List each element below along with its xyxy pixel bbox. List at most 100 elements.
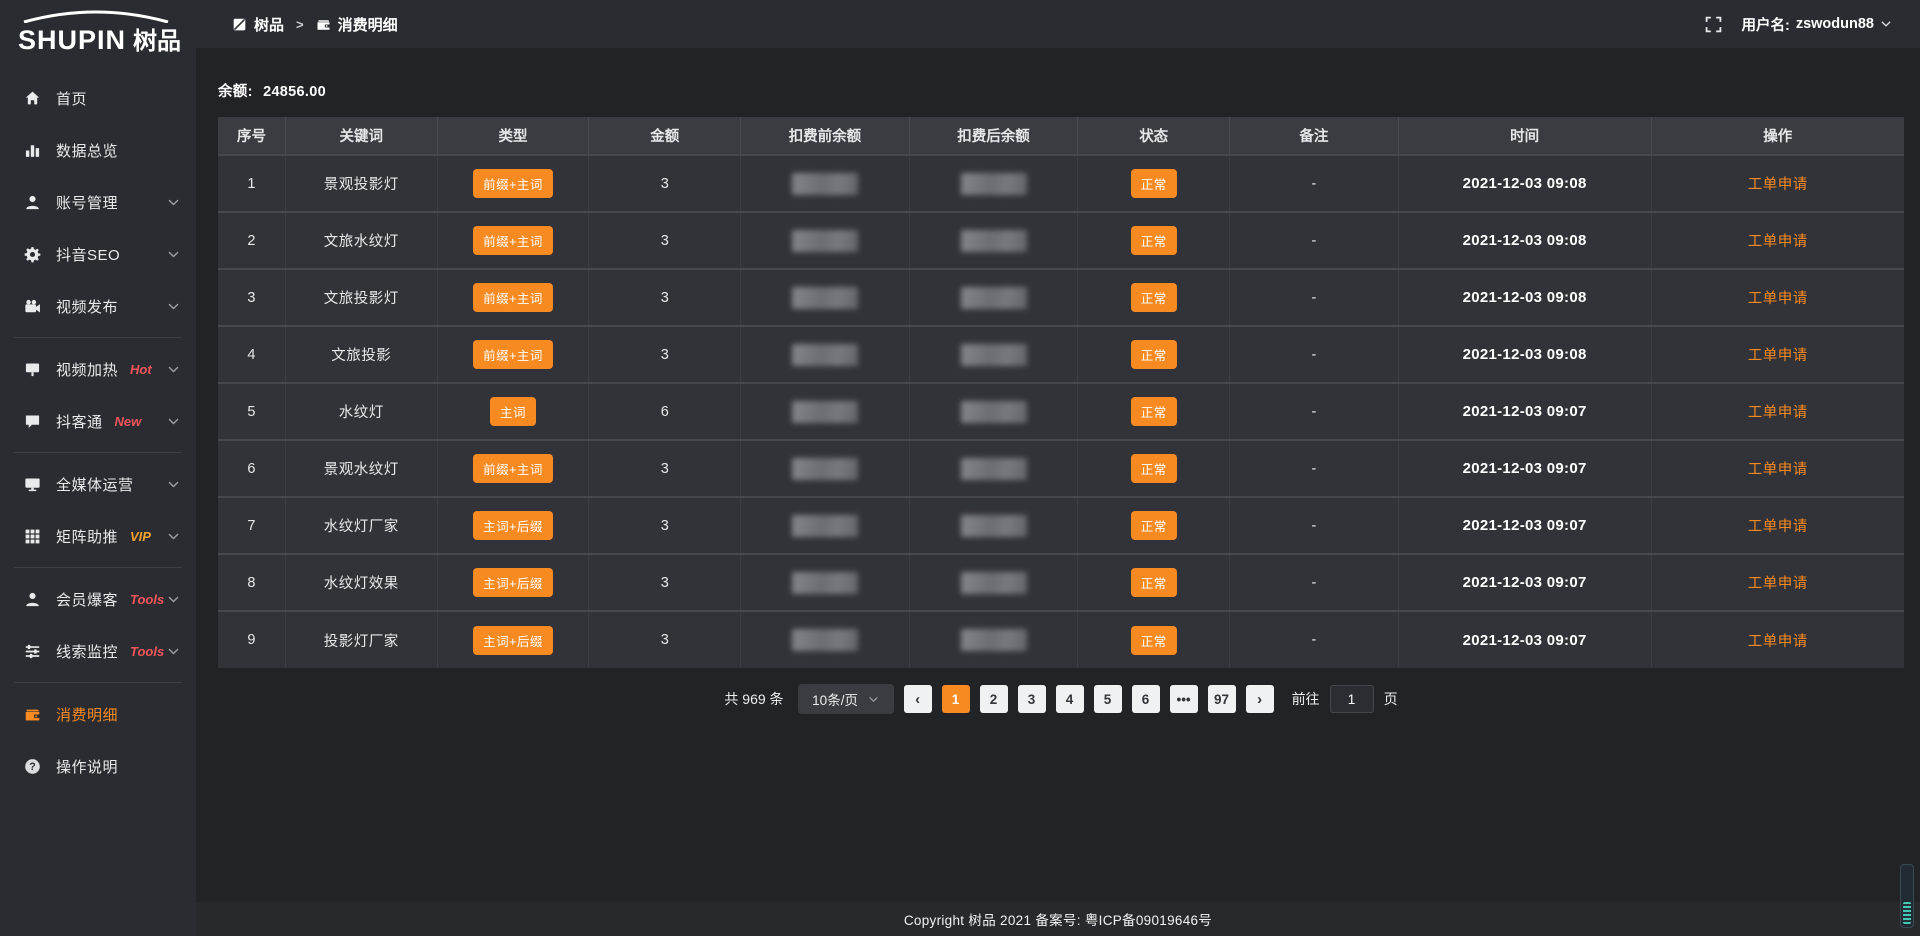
cell-status: 正常 [1078, 497, 1230, 554]
sidebar-item-4[interactable]: 视频发布 [0, 280, 196, 332]
sidebar-item-1[interactable]: 数据总览 [0, 124, 196, 176]
cell-type: 前缀+主词 [437, 155, 589, 212]
cell-index: 8 [218, 554, 285, 611]
grid-icon [24, 528, 41, 545]
breadcrumb-item-root[interactable]: 树品 [232, 14, 284, 35]
prev-page-button[interactable]: ‹ [904, 685, 932, 713]
cell-balance-before [741, 440, 910, 497]
cell-keyword: 文旅投影 [285, 326, 437, 383]
cell-keyword: 文旅投影灯 [285, 269, 437, 326]
cell-keyword: 景观投影灯 [285, 155, 437, 212]
work-order-link[interactable]: 工单申请 [1748, 291, 1808, 307]
work-order-link[interactable]: 工单申请 [1748, 576, 1808, 592]
cell-balance-after [909, 383, 1078, 440]
cell-status: 正常 [1078, 611, 1230, 668]
cell-remark: - [1230, 155, 1399, 212]
cell-status: 正常 [1078, 326, 1230, 383]
user-dropdown[interactable]: 用户名: zswodun88 [1742, 14, 1893, 35]
sidebar-item-15[interactable]: 消费明细 [0, 688, 196, 740]
breadcrumb-separator: > [296, 17, 304, 32]
sidebar-item-2[interactable]: 账号管理 [0, 176, 196, 228]
logo: SHUPIN 树品 [0, 0, 196, 62]
table-row: 8水纹灯效果主词+后缀3正常-2021-12-03 09:07工单申请 [218, 554, 1904, 611]
column-header: 扣费后余额 [909, 117, 1078, 155]
sidebar-item-12[interactable]: 会员爆客Tools [0, 573, 196, 625]
masked-value [961, 515, 1027, 537]
sidebar-item-10[interactable]: 矩阵助推VIP [0, 510, 196, 562]
page-button-1[interactable]: 1 [942, 685, 970, 713]
sidebar-item-label: 首页 [56, 88, 87, 109]
type-badge: 前缀+主词 [473, 226, 553, 255]
page-button-2[interactable]: 2 [980, 685, 1008, 713]
cell-balance-before [741, 326, 910, 383]
cell-remark: - [1230, 269, 1399, 326]
main-column: 树品 > 消费明细 用户名: zswodun88 余额: [196, 0, 1920, 936]
table-row: 6景观水纹灯前缀+主词3正常-2021-12-03 09:07工单申请 [218, 440, 1904, 497]
status-badge: 正常 [1131, 511, 1177, 540]
cell-amount: 3 [589, 440, 741, 497]
cell-time: 2021-12-03 09:07 [1398, 383, 1651, 440]
pagination: 共 969 条10条/页‹123456•••97›前往页 [218, 684, 1904, 714]
cell-index: 1 [218, 155, 285, 212]
cell-action: 工单申请 [1651, 326, 1904, 383]
sidebar-item-label: 账号管理 [56, 192, 118, 213]
chevron-down-icon [167, 363, 180, 376]
sidebar-item-6[interactable]: 视频加热Hot [0, 343, 196, 395]
cell-type: 前缀+主词 [437, 212, 589, 269]
page-ellipsis-button[interactable]: ••• [1170, 685, 1198, 713]
sidebar-item-0[interactable]: 首页 [0, 72, 196, 124]
page-button-3[interactable]: 3 [1018, 685, 1046, 713]
goto-suffix: 页 [1384, 689, 1398, 709]
cell-balance-after [909, 269, 1078, 326]
cell-status: 正常 [1078, 212, 1230, 269]
type-badge: 前缀+主词 [473, 283, 553, 312]
work-order-link[interactable]: 工单申请 [1748, 234, 1808, 250]
sidebar-item-16[interactable]: ?操作说明 [0, 740, 196, 792]
user-icon [24, 591, 41, 608]
page-button-97[interactable]: 97 [1208, 685, 1236, 713]
page-button-6[interactable]: 6 [1132, 685, 1160, 713]
goto-page-input[interactable] [1330, 685, 1374, 713]
breadcrumb-root-label: 树品 [254, 14, 284, 35]
username-label: 用户名: [1742, 14, 1790, 35]
sidebar-item-label: 抖音SEO [56, 244, 120, 265]
masked-value [961, 629, 1027, 651]
work-order-link[interactable]: 工单申请 [1748, 462, 1808, 478]
table-row: 9投影灯厂家主词+后缀3正常-2021-12-03 09:07工单申请 [218, 611, 1904, 668]
balance: 余额: 24856.00 [218, 80, 1904, 101]
sidebar-item-label: 抖客通 [56, 411, 103, 432]
cell-action: 工单申请 [1651, 269, 1904, 326]
work-order-link[interactable]: 工单申请 [1748, 348, 1808, 364]
sidebar: SHUPIN 树品 首页数据总览账号管理抖音SEO 视频发布视频加热Hot抖客通N… [0, 0, 196, 936]
masked-value [792, 173, 858, 195]
footer: Copyright 树品 2021 备案号: 粤ICP备09019646号 [196, 902, 1920, 936]
work-order-link[interactable]: 工单申请 [1748, 177, 1808, 193]
goto-page: 前往页 [1292, 685, 1398, 713]
cell-time: 2021-12-03 09:07 [1398, 554, 1651, 611]
cell-action: 工单申请 [1651, 383, 1904, 440]
cell-time: 2021-12-03 09:08 [1398, 269, 1651, 326]
sidebar-item-3[interactable]: 抖音SEO [0, 228, 196, 280]
sidebar-item-13[interactable]: 线索监控Tools [0, 625, 196, 677]
cell-balance-after [909, 326, 1078, 383]
sidebar-item-7[interactable]: 抖客通New [0, 395, 196, 447]
page-button-4[interactable]: 4 [1056, 685, 1084, 713]
cell-keyword: 景观水纹灯 [285, 440, 437, 497]
work-order-link[interactable]: 工单申请 [1748, 405, 1808, 421]
sidebar-item-label: 线索监控 [56, 641, 118, 662]
page-button-5[interactable]: 5 [1094, 685, 1122, 713]
work-order-link[interactable]: 工单申请 [1748, 519, 1808, 535]
cell-time: 2021-12-03 09:08 [1398, 326, 1651, 383]
table-header-row: 序号关键词类型金额扣费前余额扣费后余额状态备注时间操作 [218, 117, 1904, 155]
sidebar-item-9[interactable]: 全媒体运营 [0, 458, 196, 510]
page-size-select[interactable]: 10条/页 [798, 684, 894, 714]
table-row: 2文旅水纹灯前缀+主词3正常-2021-12-03 09:08工单申请 [218, 212, 1904, 269]
masked-value [792, 230, 858, 252]
work-order-link[interactable]: 工单申请 [1748, 634, 1808, 650]
table-row: 4文旅投影前缀+主词3正常-2021-12-03 09:08工单申请 [218, 326, 1904, 383]
cell-balance-after [909, 212, 1078, 269]
chat-widget[interactable] [1900, 864, 1914, 928]
monitor-icon [24, 476, 41, 493]
next-page-button[interactable]: › [1246, 685, 1274, 713]
cell-status: 正常 [1078, 155, 1230, 212]
